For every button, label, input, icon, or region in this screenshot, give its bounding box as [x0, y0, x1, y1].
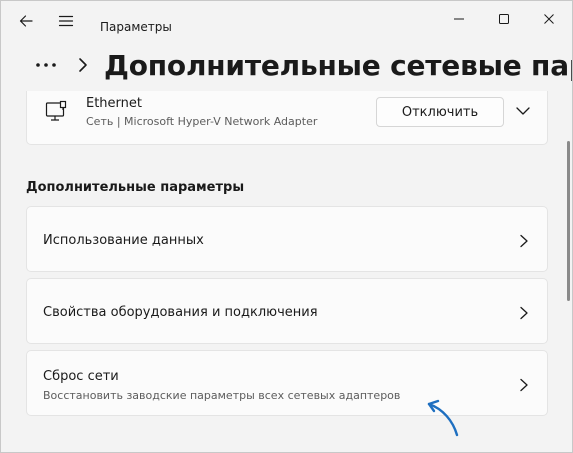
- adapter-description: Сеть | Microsoft Hyper-V Network Adapter: [86, 115, 318, 128]
- page-title: Дополнительные сетевые параметры: [104, 49, 572, 82]
- back-button[interactable]: [8, 7, 44, 35]
- chevron-right-icon: [520, 306, 528, 320]
- data-usage-item[interactable]: Использование данных: [26, 206, 548, 272]
- ethernet-adapter-icon: [45, 100, 67, 121]
- settings-window: Параметры Дополнительные сетевые па Ethe…: [0, 0, 573, 453]
- hardware-properties-label: Свойства оборудования и подключения: [43, 305, 318, 320]
- chevron-right-icon: [520, 378, 528, 392]
- close-button[interactable]: [526, 1, 572, 37]
- breadcrumb-more-button[interactable]: [31, 53, 61, 77]
- scrollbar[interactable]: [567, 141, 570, 301]
- navigation-menu-button[interactable]: [48, 7, 84, 35]
- breadcrumb-chevron-icon: [79, 58, 87, 72]
- maximize-button[interactable]: [481, 1, 527, 37]
- app-title: Параметры: [100, 20, 172, 34]
- network-reset-item[interactable]: Сброс сети Восстановить заводские параме…: [26, 350, 548, 416]
- network-reset-label: Сброс сети: [43, 369, 119, 384]
- ethernet-adapter-card: Ethernet Сеть | Microsoft Hyper-V Networ…: [26, 91, 548, 145]
- minimize-button[interactable]: [436, 1, 482, 37]
- chevron-right-icon: [520, 234, 528, 248]
- title-bar: Параметры: [1, 1, 572, 49]
- annotation-arrow-icon: [427, 399, 459, 437]
- back-arrow-icon: [19, 15, 33, 27]
- data-usage-label: Использование данных: [43, 233, 204, 248]
- adapter-name: Ethernet: [86, 96, 142, 111]
- close-icon: [544, 14, 554, 24]
- disconnect-button[interactable]: Отключить: [376, 97, 504, 127]
- expand-chevron-down-icon[interactable]: [515, 105, 531, 117]
- section-title: Дополнительные параметры: [26, 180, 245, 195]
- network-reset-description: Восстановить заводские параметры всех се…: [43, 389, 401, 402]
- maximize-icon: [499, 14, 509, 24]
- hamburger-icon: [58, 15, 74, 27]
- more-dots-icon: [36, 63, 56, 67]
- breadcrumb: Дополнительные сетевые параметры: [1, 49, 572, 89]
- hardware-properties-item[interactable]: Свойства оборудования и подключения: [26, 278, 548, 344]
- minimize-icon: [454, 18, 464, 20]
